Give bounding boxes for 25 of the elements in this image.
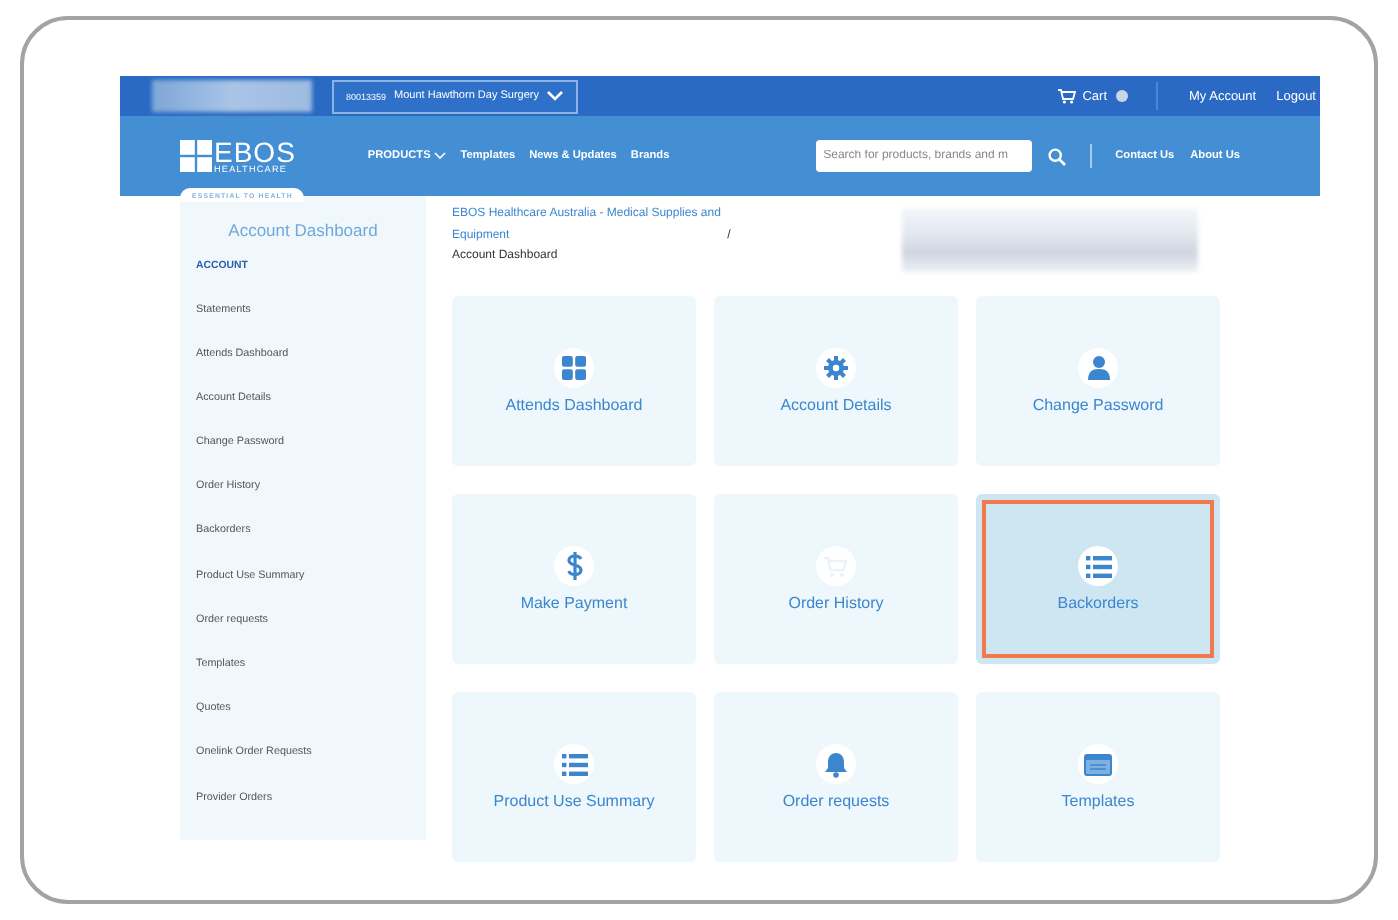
dashboard-tile[interactable]: Attends Dashboard [452,296,696,466]
dashboard-tile[interactable]: Templates [976,692,1220,862]
dashboard-tile[interactable]: Product Use Summary [452,692,696,862]
cart-icon [1058,88,1077,104]
person-icon [1087,356,1109,380]
dashboard-tile[interactable]: Order requests [714,692,958,862]
list-icon [1085,555,1111,577]
browser-window-icon [1084,753,1112,775]
cart-count-badge [1115,90,1127,102]
list-icon [561,753,587,775]
dashboard-tile[interactable]: Change Password [976,296,1220,466]
dashboard-tile[interactable]: Backorders [976,494,1220,664]
logo-text: EBOS [214,137,296,166]
dashboard-tile[interactable]: Account Details [714,296,958,466]
dashboard-tile[interactable]: Make Payment [452,494,696,664]
dollar-sign-icon [565,552,583,580]
chevron-down-icon [434,152,447,160]
grid-icon [562,356,586,380]
gear-icon [824,356,848,380]
dashboard-tile[interactable]: Order History [714,494,958,664]
bell-icon [824,751,848,777]
search-icon[interactable] [1047,147,1066,165]
sidebar-title: Account Dashboard [226,220,380,240]
chevron-down-icon [546,90,565,102]
logo-squares-icon [180,140,212,172]
